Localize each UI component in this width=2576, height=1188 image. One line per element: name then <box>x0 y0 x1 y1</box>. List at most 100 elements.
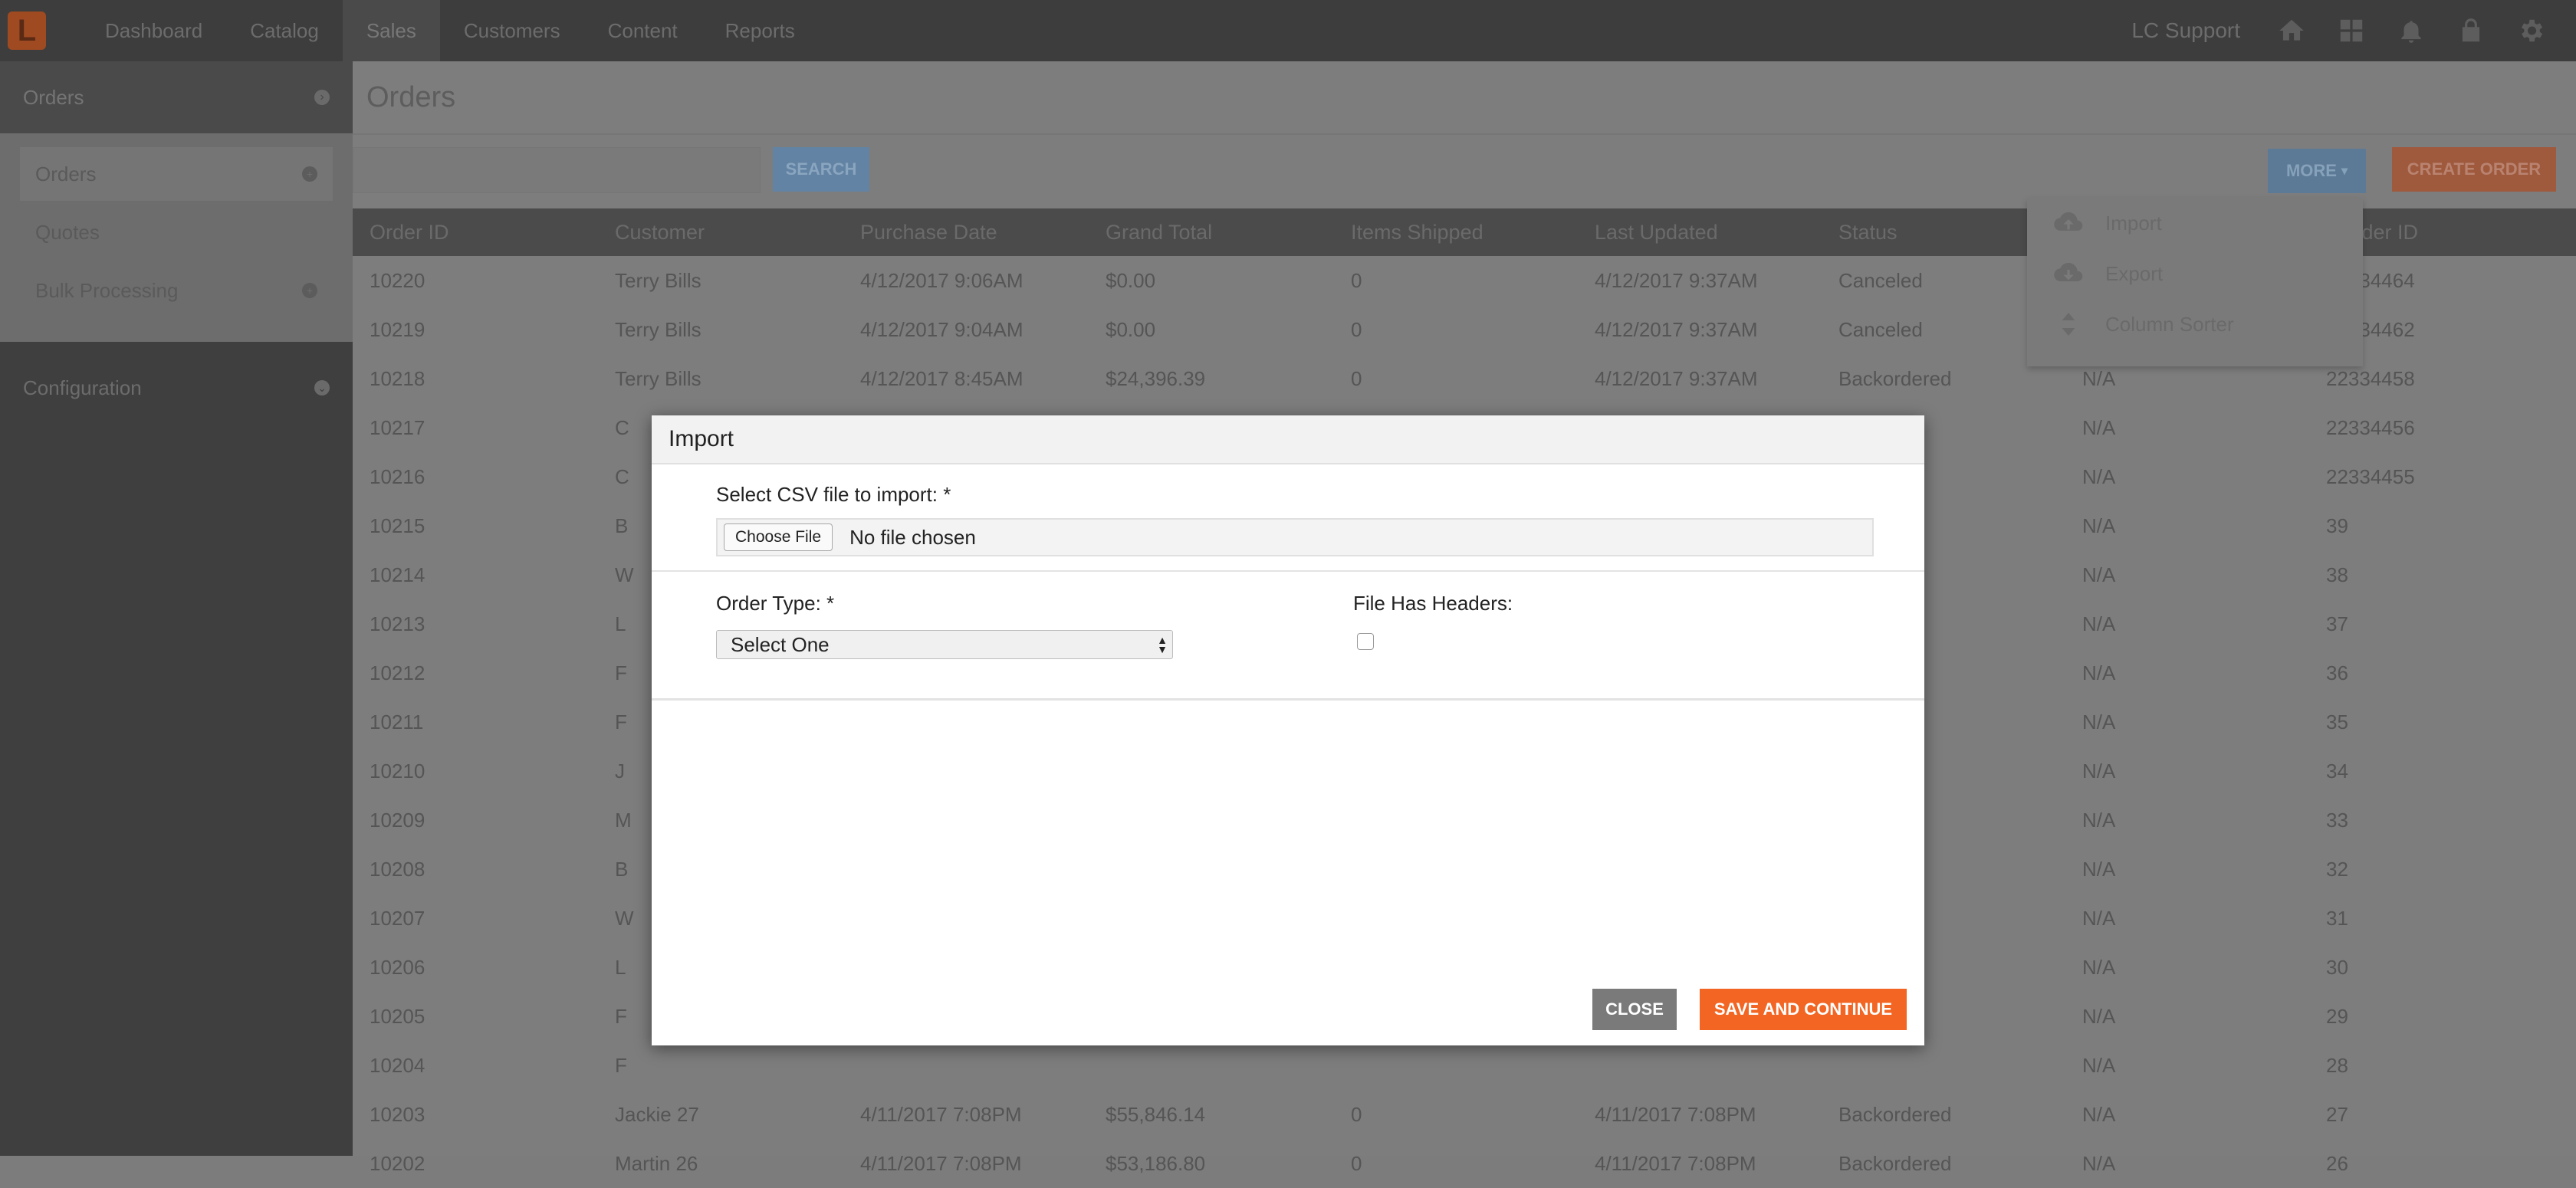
table-cell: 4/12/2017 9:37AM <box>1595 268 1758 292</box>
table-cell: N/A <box>2082 612 2116 635</box>
table-cell: 10212 <box>370 661 426 684</box>
table-cell: 10203 <box>370 1102 426 1126</box>
table-cell: 34 <box>2326 759 2348 783</box>
table-cell: 4/12/2017 9:37AM <box>1595 366 1758 390</box>
column-header[interactable]: Customer <box>598 208 843 256</box>
gear-icon[interactable] <box>2516 16 2545 45</box>
nav-customers[interactable]: Customers <box>440 0 584 61</box>
plus-icon[interactable]: + <box>302 166 317 182</box>
table-cell: 4/11/2017 7:08PM <box>1595 1151 1756 1175</box>
sidebar-item-quotes[interactable]: Quotes <box>20 205 333 259</box>
grid-icon[interactable] <box>2337 16 2366 45</box>
table-cell: 30 <box>2326 955 2348 979</box>
table-cell: 33 <box>2326 808 2348 832</box>
sidebar-item-bulk-processing[interactable]: Bulk Processing + <box>20 264 333 317</box>
sidebar-item-label: Bulk Processing <box>35 278 179 302</box>
create-order-button[interactable]: CREATE ORDER <box>2392 147 2556 192</box>
top-nav: L Dashboard Catalog Sales Customers Cont… <box>0 0 2576 61</box>
search-input[interactable] <box>353 147 761 193</box>
table-cell <box>1089 1041 1334 1090</box>
csv-section: Select CSV file to import: * Choose File… <box>652 464 1924 572</box>
table-row[interactable]: 10204 F N/A 28 <box>353 1041 2576 1090</box>
column-header[interactable]: Items Shipped <box>1334 208 1578 256</box>
table-cell: 10202 <box>370 1151 426 1175</box>
menu-item-export[interactable]: Export <box>2027 248 2363 299</box>
menu-item-label: Column Sorter <box>2105 312 2234 336</box>
sidebar-item-orders[interactable]: Orders + <box>20 147 333 201</box>
csv-file-input[interactable]: Choose File No file chosen <box>716 518 1874 556</box>
save-and-continue-button[interactable]: SAVE AND CONTINUE <box>1700 989 1907 1030</box>
table-cell: N/A <box>2082 955 2116 979</box>
table-cell: 0 <box>1351 366 1362 390</box>
home-icon[interactable] <box>2277 16 2306 45</box>
table-cell: 27 <box>2326 1102 2348 1126</box>
sidebar-header-label: Orders <box>23 85 84 109</box>
table-cell: N/A <box>2082 906 2116 930</box>
close-button[interactable]: CLOSE <box>1592 989 1677 1030</box>
select-arrows-icon: ▲ ▼ <box>1157 634 1168 655</box>
table-row[interactable]: 10203 Jackie 27 4/11/2017 7:08PM $55,846.14… <box>353 1090 2576 1139</box>
search-button[interactable]: SEARCH <box>773 147 869 192</box>
sidebar: Orders › Orders + Quotes Bulk Processing… <box>0 61 353 1156</box>
table-cell: $0.00 <box>1106 317 1156 341</box>
chevron-right-icon: › <box>314 90 330 105</box>
menu-item-label: Export <box>2105 261 2164 285</box>
table-cell <box>843 1041 1089 1090</box>
table-cell: 22334455 <box>2326 464 2415 488</box>
table-cell: 10215 <box>370 514 426 537</box>
table-cell: 10218 <box>370 366 426 390</box>
app-logo[interactable]: L <box>8 11 46 50</box>
bell-icon[interactable] <box>2397 16 2426 45</box>
table-cell: 10219 <box>370 317 426 341</box>
table-cell: 0 <box>1351 268 1362 292</box>
table-cell: 4/12/2017 9:04AM <box>860 317 1024 341</box>
menu-item-column-sorter[interactable]: Column Sorter <box>2027 299 2363 350</box>
column-header[interactable]: Order ID <box>353 208 598 256</box>
table-cell: 0 <box>1351 1151 1362 1175</box>
user-name[interactable]: LC Support <box>2131 18 2240 43</box>
table-cell: 10220 <box>370 268 426 292</box>
table-cell: 4/11/2017 7:08PM <box>860 1151 1022 1175</box>
nav-dashboard[interactable]: Dashboard <box>81 0 226 61</box>
more-button[interactable]: MORE ▾ <box>2268 149 2366 193</box>
table-cell: $55,846.14 <box>1106 1102 1206 1126</box>
table-cell: 10217 <box>370 415 426 439</box>
table-cell: N/A <box>2082 464 2116 488</box>
column-header[interactable]: Grand Total <box>1089 208 1334 256</box>
table-cell: Martin 26 <box>615 1151 698 1175</box>
table-cell: N/A <box>2082 563 2116 586</box>
table-cell: Terry Bills <box>615 268 702 292</box>
nav-sales[interactable]: Sales <box>342 0 440 61</box>
table-cell: 37 <box>2326 612 2348 635</box>
sidebar-configuration[interactable]: Configuration ⌄ <box>0 356 353 420</box>
lock-icon[interactable] <box>2456 16 2486 45</box>
order-type-select[interactable]: Select One ▲ ▼ <box>716 630 1173 659</box>
table-cell: 31 <box>2326 906 2348 930</box>
file-has-headers-label: File Has Headers: <box>1353 592 1513 615</box>
table-cell: 4/11/2017 7:08PM <box>1595 1102 1756 1126</box>
table-cell: 10206 <box>370 955 426 979</box>
menu-item-import[interactable]: Import <box>2027 198 2363 248</box>
table-cell: Terry Bills <box>615 366 702 390</box>
table-cell: 10214 <box>370 563 426 586</box>
table-cell: Backordered <box>1838 1102 1952 1126</box>
caret-down-icon: ▾ <box>2341 165 2348 178</box>
table-cell: Terry Bills <box>615 317 702 341</box>
column-header[interactable]: Last Updated <box>1578 208 1822 256</box>
table-cell <box>1822 1041 2065 1090</box>
choose-file-button[interactable]: Choose File <box>724 523 833 551</box>
sidebar-config-label: Configuration <box>23 376 142 399</box>
table-cell: N/A <box>2082 415 2116 439</box>
table-cell: Backordered <box>1838 1151 1952 1175</box>
column-header[interactable]: Purchase Date <box>843 208 1089 256</box>
page-title: Orders <box>353 61 2576 135</box>
file-has-headers-checkbox[interactable] <box>1357 633 1374 650</box>
nav-content[interactable]: Content <box>584 0 702 61</box>
table-row[interactable]: 10202 Martin 26 4/11/2017 7:08PM $53,186.80… <box>353 1139 2576 1188</box>
sidebar-header-orders[interactable]: Orders › <box>0 61 353 133</box>
cloud-download-icon <box>2053 258 2085 290</box>
plus-icon[interactable]: + <box>302 283 317 298</box>
nav-reports[interactable]: Reports <box>702 0 819 61</box>
table-cell: N/A <box>2082 1053 2116 1077</box>
nav-catalog[interactable]: Catalog <box>226 0 343 61</box>
